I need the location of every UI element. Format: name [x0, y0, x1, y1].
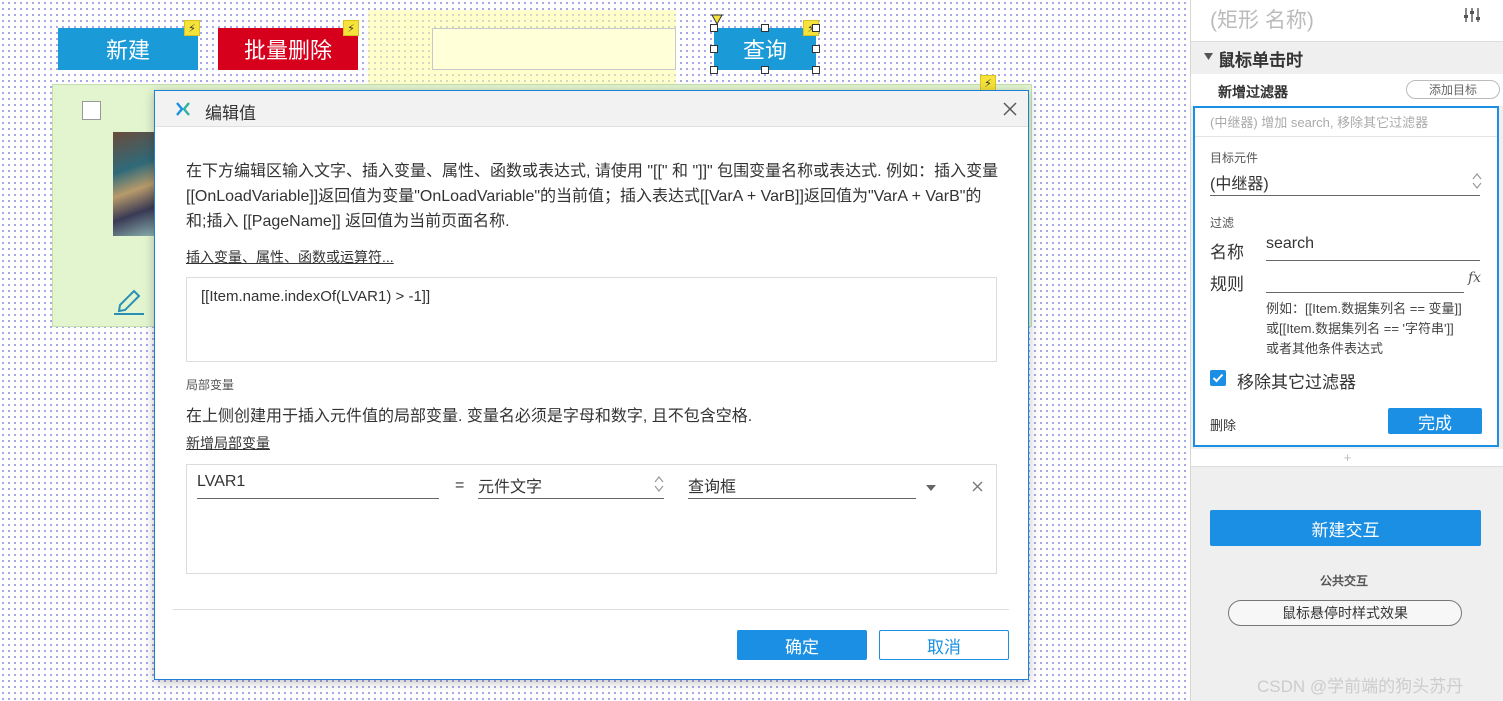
cancel-button-label: 取消: [927, 637, 961, 657]
hover-style-label: 鼠标悬停时样式效果: [1282, 605, 1408, 621]
local-var-target: 查询框: [688, 479, 737, 496]
remove-others-label[interactable]: 移除其它过滤器: [1237, 368, 1356, 393]
dialog-divider: [173, 609, 1009, 610]
chevron-down-icon[interactable]: [925, 484, 937, 492]
action-editor: (中继器) 增加 search, 移除其它过滤器 目标元件 (中继器) 过滤 名…: [1193, 106, 1499, 447]
edit-value-dialog: 编辑值 在下方编辑区输入文字、插入变量、属性、函数或表达式, 请使用 "[[" …: [154, 90, 1029, 680]
hover-style-button[interactable]: 鼠标悬停时样式效果: [1228, 600, 1462, 626]
rule-label: 规则: [1210, 275, 1244, 294]
action-row: 新增过滤器 添加目标: [1191, 74, 1503, 106]
watermark: CSDN @学前端的狗头苏丹: [1257, 677, 1464, 696]
local-var-name: LVAR1: [197, 473, 246, 490]
insert-variable-link[interactable]: 插入变量、属性、函数或运算符...: [186, 247, 394, 267]
summary-divider: [1195, 136, 1497, 137]
selection-handle[interactable]: [710, 45, 718, 53]
dialog-title: 编辑值: [205, 104, 256, 123]
add-target-button[interactable]: 添加目标: [1406, 80, 1500, 99]
settings-sliders-icon[interactable]: [1463, 6, 1481, 24]
search-input[interactable]: [432, 28, 676, 70]
local-vars-table: LVAR1 = 元件文字 查询框: [186, 464, 997, 574]
add-local-var-link[interactable]: 新增局部变量: [186, 433, 270, 453]
edit-pencil-icon[interactable]: [112, 285, 146, 315]
local-vars-description: 在上侧创建用于插入元件值的局部变量. 变量名必须是字母和数字, 且不包含空格.: [186, 408, 753, 425]
shape-name[interactable]: (矩形 名称): [1210, 4, 1314, 34]
new-interaction-label: 新建交互: [1311, 520, 1380, 540]
lightning-icon: ⚡: [184, 20, 200, 36]
rule-hint: 例如：[[Item.数据集列名 == 变量]]或[[Item.数据集列名 == …: [1266, 301, 1462, 356]
selection-handle[interactable]: [812, 45, 820, 53]
target-select[interactable]: (中继器): [1210, 170, 1482, 196]
selection-handle[interactable]: [710, 66, 718, 74]
local-var-name-input[interactable]: LVAR1: [197, 473, 439, 499]
equals-sign: =: [455, 477, 465, 494]
new-button-label: 新建: [105, 38, 150, 63]
lightning-icon: ⚡: [980, 75, 996, 91]
ok-button-label: 确定: [785, 637, 819, 657]
query-button[interactable]: 查询: [714, 28, 816, 70]
stepper-arrows-icon: [1472, 173, 1482, 189]
local-var-type: 元件文字: [478, 479, 543, 496]
panel-header: (矩形 名称): [1191, 0, 1503, 42]
cancel-button[interactable]: 取消: [879, 630, 1009, 660]
done-button-label: 完成: [1418, 413, 1452, 433]
common-interactions-heading: 公共交互: [1320, 574, 1369, 588]
dialog-description: 在下方编辑区输入文字、插入变量、属性、函数或表达式, 请使用 "[[" 和 "]…: [186, 163, 999, 230]
ok-button[interactable]: 确定: [737, 630, 867, 660]
selection-handle[interactable]: [761, 66, 769, 74]
add-case-bar[interactable]: +: [1191, 449, 1503, 467]
remove-var-icon[interactable]: [972, 481, 983, 492]
filter-name-value: search: [1266, 235, 1315, 252]
lightning-icon: ⚡: [343, 20, 359, 36]
collapse-triangle-icon[interactable]: [1204, 53, 1213, 61]
batch-delete-button[interactable]: 批量删除: [218, 28, 358, 70]
done-button[interactable]: 完成: [1388, 408, 1482, 434]
expression-editor[interactable]: [[Item.name.indexOf(LVAR1) > -1]]: [186, 277, 997, 362]
fx-icon[interactable]: fx: [1468, 270, 1481, 286]
filter-rule-input[interactable]: [1266, 267, 1464, 293]
axure-logo-icon: [176, 102, 190, 116]
local-var-type-select[interactable]: 元件文字: [478, 473, 664, 499]
action-summary: (中继器) 增加 search, 移除其它过滤器: [1210, 115, 1429, 130]
remove-others-checkbox[interactable]: [1210, 370, 1226, 386]
row-checkbox[interactable]: [82, 101, 101, 120]
selection-handle[interactable]: [812, 24, 820, 32]
new-button[interactable]: 新建: [58, 28, 198, 70]
selection-handle[interactable]: [761, 24, 769, 32]
filter-name-input[interactable]: search: [1266, 235, 1480, 261]
dialog-title-bar: 编辑值: [155, 91, 1028, 127]
expression-text: [[Item.name.indexOf(LVAR1) > -1]]: [201, 288, 431, 305]
target-value: (中继器): [1210, 176, 1269, 193]
delete-link[interactable]: 删除: [1210, 415, 1236, 434]
new-interaction-button[interactable]: 新建交互: [1210, 510, 1481, 546]
name-label: 名称: [1210, 243, 1244, 262]
action-title[interactable]: 新增过滤器: [1218, 82, 1288, 102]
filter-label: 过滤: [1210, 216, 1235, 230]
local-var-target-select[interactable]: 查询框: [688, 473, 916, 499]
add-target-label: 添加目标: [1428, 83, 1477, 97]
item-thumbnail-image: [113, 132, 157, 236]
checkmark-icon: [1212, 373, 1224, 383]
batch-delete-label: 批量删除: [243, 38, 332, 63]
plus-icon: +: [1343, 450, 1352, 465]
interaction-panel: (矩形 名称) 鼠标单击时 新增过滤器 添加目标 (中继器) 增加 search…: [1190, 0, 1503, 701]
target-label: 目标元件: [1210, 151, 1259, 165]
query-button-label: 查询: [742, 38, 787, 63]
close-icon[interactable]: [1003, 102, 1017, 116]
rotation-handle-icon[interactable]: [711, 14, 723, 26]
local-vars-heading: 局部变量: [186, 378, 235, 392]
stepper-arrows-icon: [654, 476, 664, 492]
event-title[interactable]: 鼠标单击时: [1218, 46, 1303, 71]
selection-handle[interactable]: [812, 66, 820, 74]
